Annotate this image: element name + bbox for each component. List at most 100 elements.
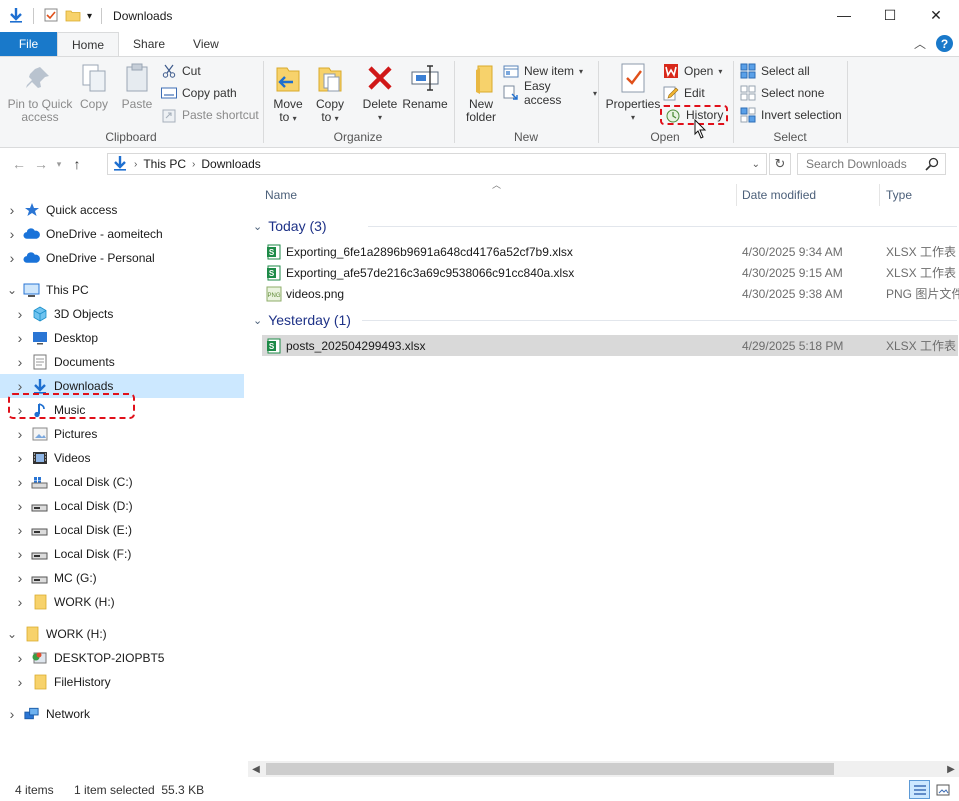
- copy-path-button[interactable]: Copy path: [161, 83, 237, 103]
- details-view-button[interactable]: [909, 780, 930, 799]
- new-item-button[interactable]: New item ▾: [503, 61, 583, 81]
- nav-item[interactable]: › OneDrive - Personal: [0, 246, 244, 270]
- nav-item[interactable]: › FileHistory: [0, 670, 244, 694]
- breadcrumb-downloads[interactable]: Downloads: [201, 157, 260, 171]
- tab-file[interactable]: File: [0, 32, 57, 56]
- collapse-ribbon-icon[interactable]: ︿: [914, 35, 926, 52]
- copy-to-button[interactable]: Copy to ▾: [312, 61, 348, 125]
- properties-button[interactable]: Properties ▾: [605, 61, 661, 124]
- new-folder-button[interactable]: New folder: [461, 61, 501, 124]
- chevron-down-icon[interactable]: ⌄: [6, 283, 18, 297]
- nav-item[interactable]: › Local Disk (E:): [0, 518, 244, 542]
- edit-button[interactable]: Edit: [663, 83, 705, 103]
- chevron-right-icon[interactable]: ›: [14, 306, 26, 322]
- chevron-right-icon[interactable]: ›: [14, 474, 26, 490]
- chevron-right-icon[interactable]: ›: [14, 570, 26, 586]
- pin-to-quick-access-button[interactable]: Pin to Quick access: [6, 61, 74, 124]
- open-button[interactable]: Open ▾: [663, 61, 722, 81]
- select-all-button[interactable]: Select all: [740, 61, 810, 81]
- select-none-button[interactable]: Select none: [740, 83, 824, 103]
- group-header[interactable]: ⌄ Today (3): [253, 216, 327, 236]
- xlsx-icon: S: [266, 265, 282, 281]
- horizontal-scrollbar[interactable]: ◀ ▶: [248, 761, 959, 777]
- nav-item[interactable]: ⌄ This PC: [0, 278, 244, 302]
- nav-item[interactable]: › Local Disk (F:): [0, 542, 244, 566]
- download-folder-icon[interactable]: [8, 7, 24, 26]
- close-button[interactable]: ✕: [913, 0, 959, 30]
- scrollbar-thumb[interactable]: [266, 763, 834, 775]
- chevron-right-icon[interactable]: ›: [14, 594, 26, 610]
- chevron-right-icon[interactable]: ›: [14, 354, 26, 370]
- nav-item[interactable]: › Pictures: [0, 422, 244, 446]
- maximize-button[interactable]: ☐: [867, 0, 913, 30]
- chevron-right-icon[interactable]: ›: [14, 650, 26, 666]
- nav-item[interactable]: › WORK (H:): [0, 590, 244, 614]
- back-arrow-icon[interactable]: ←: [8, 156, 30, 172]
- large-icons-view-button[interactable]: [932, 780, 953, 799]
- tab-share[interactable]: Share: [119, 32, 179, 56]
- group-header[interactable]: ⌄ Yesterday (1): [253, 310, 351, 330]
- address-history-dropdown-icon[interactable]: ⌄: [752, 159, 760, 170]
- easy-access-button[interactable]: Easy access ▾: [503, 79, 597, 107]
- new-folder-icon[interactable]: [65, 7, 81, 26]
- nav-item[interactable]: › Local Disk (C:): [0, 470, 244, 494]
- scroll-right-icon[interactable]: ▶: [943, 761, 959, 777]
- chevron-right-icon[interactable]: ›: [6, 202, 18, 218]
- file-row[interactable]: S Exporting_6fe1a2896b9691a648cd4176a52cf…: [262, 241, 958, 262]
- chevron-right-icon[interactable]: ›: [14, 498, 26, 514]
- nav-item[interactable]: › Videos: [0, 446, 244, 470]
- nav-item[interactable]: › Desktop: [0, 326, 244, 350]
- copy-button[interactable]: Copy: [76, 61, 112, 111]
- chevron-right-icon[interactable]: ›: [6, 226, 18, 242]
- tab-view[interactable]: View: [179, 32, 233, 56]
- file-row[interactable]: Sposts_202504299493.xlsx 4/29/2025 5:18 P…: [262, 335, 958, 356]
- nav-item[interactable]: › DESKTOP-2IOPBT5: [0, 646, 244, 670]
- move-to-button[interactable]: Move to ▾: [270, 61, 306, 125]
- chevron-right-icon[interactable]: ›: [14, 330, 26, 346]
- chevron-right-icon[interactable]: ›: [14, 450, 26, 466]
- customize-toolbar-dropdown-icon[interactable]: ▾: [87, 11, 92, 22]
- nav-item[interactable]: › Local Disk (D:): [0, 494, 244, 518]
- delete-button[interactable]: Delete ▾: [360, 61, 400, 124]
- chevron-down-icon[interactable]: ⌄: [6, 627, 18, 641]
- nav-item[interactable]: › MC (G:): [0, 566, 244, 590]
- breadcrumb-this-pc[interactable]: This PC: [143, 157, 186, 171]
- nav-item-label: Local Disk (E:): [54, 523, 133, 537]
- chevron-right-icon[interactable]: ›: [14, 522, 26, 538]
- properties-icon[interactable]: [43, 7, 59, 26]
- rename-button[interactable]: Rename: [402, 61, 448, 111]
- nav-item[interactable]: › 3D Objects: [0, 302, 244, 326]
- chevron-right-icon[interactable]: ›: [6, 706, 18, 722]
- forward-arrow-icon[interactable]: →: [30, 156, 52, 172]
- cut-button[interactable]: Cut: [161, 61, 201, 81]
- nav-item[interactable]: › Network: [0, 702, 244, 726]
- file-row[interactable]: S Exporting_afe57de216c3a69c9538066c91cc8…: [262, 262, 958, 283]
- column-header-date-modified[interactable]: Date modified: [742, 182, 876, 208]
- invert-selection-button[interactable]: Invert selection: [740, 105, 842, 125]
- chevron-right-icon[interactable]: ›: [14, 426, 26, 442]
- nav-item[interactable]: › OneDrive - aomeitech: [0, 222, 244, 246]
- minimize-button[interactable]: —: [821, 0, 867, 30]
- nav-item[interactable]: › Documents: [0, 350, 244, 374]
- nav-item[interactable]: ⌄ WORK (H:): [0, 622, 244, 646]
- address-bar[interactable]: › This PC › Downloads ⌄: [107, 153, 767, 175]
- clipboard-group: Pin to Quick access Copy Paste Cut Copy …: [0, 57, 262, 147]
- chevron-right-icon[interactable]: ›: [6, 250, 18, 266]
- chevron-right-icon[interactable]: ›: [14, 378, 26, 394]
- chevron-right-icon[interactable]: ›: [14, 674, 26, 690]
- file-type: XLSX 工作表: [886, 266, 957, 280]
- tab-home[interactable]: Home: [57, 32, 120, 56]
- scroll-left-icon[interactable]: ◀: [248, 761, 264, 777]
- recent-locations-icon[interactable]: ▾: [52, 159, 66, 170]
- search-input[interactable]: Search Downloads: [797, 153, 946, 175]
- chevron-right-icon[interactable]: ›: [14, 546, 26, 562]
- help-icon[interactable]: ?: [936, 35, 953, 52]
- column-header-type[interactable]: Type: [886, 182, 959, 208]
- file-row[interactable]: PNG videos.png 4/30/2025 9:38 AM PNG 图片文件: [262, 283, 959, 304]
- nav-item[interactable]: › Quick access: [0, 198, 244, 222]
- up-arrow-icon[interactable]: ↑: [66, 156, 88, 172]
- paste-button[interactable]: Paste: [117, 61, 157, 111]
- paste-shortcut-button[interactable]: Paste shortcut: [161, 105, 259, 125]
- refresh-button[interactable]: ↻: [769, 153, 791, 175]
- copy-icon: [78, 61, 110, 95]
